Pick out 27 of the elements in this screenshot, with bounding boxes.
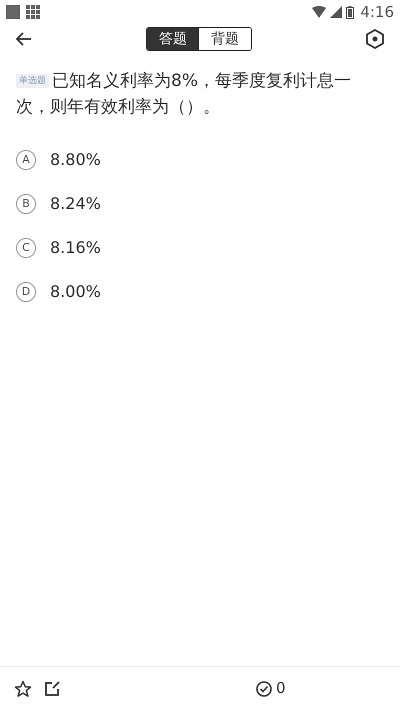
back-arrow-icon[interactable] <box>16 32 32 46</box>
option-letter: A <box>16 150 36 170</box>
notification-square-icon <box>6 5 20 19</box>
question-text: 单选题 已知名义利率为8%，每季度复利计息一次，则年有效利率为（）。 <box>16 70 352 119</box>
battery-icon <box>346 6 354 18</box>
check-circle-icon <box>256 680 272 696</box>
answer-option[interactable]: C 8.16% <box>16 226 384 270</box>
option-letter: D <box>16 282 36 302</box>
option-text: 8.80% <box>50 149 101 171</box>
answer-option[interactable]: A 8.80% <box>16 138 384 182</box>
edit-icon[interactable] <box>44 680 60 696</box>
option-letter: B <box>16 194 36 214</box>
settings-icon[interactable] <box>366 29 384 49</box>
grid-icon <box>26 5 40 19</box>
answer-option[interactable]: D 8.00% <box>16 270 384 314</box>
option-text: 8.00% <box>50 281 101 303</box>
question-type-tag: 单选题 <box>16 74 49 88</box>
option-text: 8.24% <box>50 193 101 215</box>
mode-tab[interactable]: 答题 <box>147 28 199 50</box>
correct-count: 0 <box>276 678 286 700</box>
signal-icon <box>330 6 342 18</box>
answer-option[interactable]: B 8.24% <box>16 182 384 226</box>
wifi-icon <box>312 6 326 18</box>
option-letter: C <box>16 238 36 258</box>
option-text: 8.16% <box>50 237 101 259</box>
star-icon[interactable] <box>14 680 32 698</box>
status-time: 4:16 <box>360 2 394 23</box>
